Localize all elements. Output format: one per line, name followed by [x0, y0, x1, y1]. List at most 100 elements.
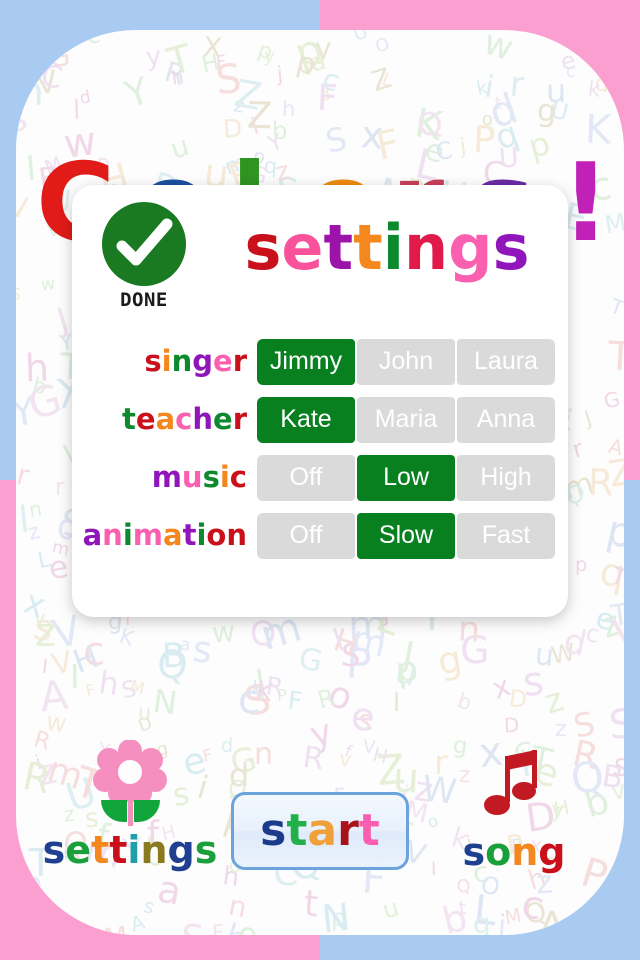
background-letter: Z — [367, 60, 396, 98]
row-label-animation-letter-3: m — [132, 518, 163, 552]
dialog-title-letter-0: s — [244, 211, 282, 284]
start-button-label: start — [260, 809, 380, 853]
row-label-music-letter-0: m — [151, 460, 182, 494]
row-label-music-letter-3: i — [219, 460, 230, 494]
settings-row-animation: animation Off Slow Fast — [72, 507, 568, 564]
background-letter: i — [18, 36, 30, 62]
background-letter: h — [169, 66, 185, 90]
checkmark-icon — [116, 218, 173, 266]
settings-row-teacher: teacher Kate Maria Anna — [72, 391, 568, 448]
done-button-label: DONE — [120, 289, 168, 311]
dialog-title-letter-2: t — [323, 211, 354, 284]
background-letter: R — [264, 670, 286, 702]
background-letter: h — [96, 664, 121, 703]
row-label-teacher-letter-5: e — [213, 402, 233, 436]
big-letter-6: ! — [561, 141, 611, 266]
background-letter: N — [150, 683, 179, 722]
option-animation-off[interactable]: Off — [257, 512, 355, 559]
option-music-low[interactable]: Low — [357, 454, 455, 501]
music-note-icon — [484, 750, 537, 815]
row-label-singer-letter-3: g — [192, 344, 214, 378]
settings-row-singer: singer Jimmy John Laura — [72, 333, 568, 390]
background-letter: B — [161, 635, 187, 676]
row-label-music: music — [72, 463, 257, 492]
row-label-animation-letter-4: a — [163, 518, 183, 552]
row-label-teacher-letter-0: t — [122, 402, 136, 436]
background-letter: w — [210, 615, 237, 650]
row-label-teacher-letter-1: e — [135, 402, 156, 436]
settings-button-label: settings — [30, 828, 230, 872]
row-label-singer-letter-1: i — [161, 344, 172, 378]
settings-button-label-letter-5: n — [140, 828, 168, 872]
background-letter: M — [128, 676, 147, 699]
option-teacher-kate[interactable]: Kate — [257, 396, 355, 443]
background-letter: U — [548, 97, 572, 127]
background-letter: C — [37, 58, 66, 98]
row-label-singer: singer — [72, 347, 257, 376]
row-label-animation-letter-0: a — [82, 518, 103, 552]
segmented-control-teacher: Kate Maria Anna — [257, 396, 555, 443]
background-letter: k — [586, 76, 602, 103]
row-label-singer-letter-4: e — [213, 344, 233, 378]
background-letter: J — [581, 405, 595, 431]
song-button-label-letter-1: o — [485, 830, 512, 874]
background-letter: j — [276, 62, 285, 87]
start-button-label-letter-0: s — [260, 805, 287, 856]
option-teacher-anna[interactable]: Anna — [457, 396, 555, 443]
option-singer-laura[interactable]: Laura — [457, 338, 555, 385]
settings-button-label-letter-2: t — [91, 828, 110, 872]
row-label-animation-letter-5: t — [182, 518, 197, 552]
segmented-control-music: Off Low High — [257, 454, 555, 501]
background-letter: n — [456, 609, 482, 651]
row-label-singer-letter-2: n — [171, 344, 193, 378]
segmented-control-singer: Jimmy John Laura — [257, 338, 555, 385]
background-letter: Y — [119, 68, 154, 117]
row-label-teacher-letter-3: c — [175, 402, 193, 436]
settings-button[interactable]: settings — [30, 740, 230, 872]
option-animation-fast[interactable]: Fast — [457, 512, 555, 559]
background-letter: S — [16, 283, 21, 304]
option-singer-jimmy[interactable]: Jimmy — [257, 338, 355, 385]
background-letter: D — [222, 113, 244, 144]
background-letter: y — [263, 46, 276, 68]
flower-icon — [93, 740, 167, 826]
background-letter: s — [190, 626, 214, 672]
dialog-title: settings — [222, 217, 552, 279]
background-letter: O — [372, 34, 393, 59]
row-label-music-letter-1: u — [181, 460, 203, 494]
option-music-off[interactable]: Off — [257, 454, 355, 501]
background-letter: D — [506, 685, 529, 715]
background-letter: w — [40, 274, 57, 296]
background-letter: b — [454, 687, 475, 715]
background-letter: J — [52, 300, 73, 340]
row-label-music-letter-4: c — [229, 460, 247, 494]
background-letter: c — [83, 30, 103, 52]
background-letter: p — [574, 552, 587, 576]
done-button[interactable]: DONE — [97, 202, 191, 311]
background-letter: F — [286, 685, 304, 716]
background-letter: c — [564, 61, 577, 82]
flower-leaf-left — [101, 800, 127, 822]
row-label-animation-letter-1: n — [102, 518, 123, 552]
option-animation-slow[interactable]: Slow — [357, 512, 455, 559]
start-button[interactable]: start — [231, 792, 409, 870]
dialog-header: DONE settings — [72, 185, 568, 330]
dialog-title-letter-6: g — [448, 211, 493, 284]
option-singer-john[interactable]: John — [357, 338, 455, 385]
app-screen: ZphVILzfiGHqMijiyItuXFVEYHGLkSaZDyanfYVh… — [0, 0, 640, 960]
bottom-toolbar: settings start song — [16, 730, 624, 935]
background-letter: T — [606, 333, 624, 381]
option-music-high[interactable]: High — [457, 454, 555, 501]
segmented-control-animation: Off Slow Fast — [257, 512, 555, 559]
background-letter: r — [568, 433, 587, 464]
flower-stem — [128, 788, 133, 826]
song-button[interactable]: song — [414, 748, 614, 874]
background-letter: T — [607, 293, 624, 320]
start-button-label-letter-2: a — [307, 805, 338, 856]
row-label-animation-letter-8: n — [226, 518, 247, 552]
option-teacher-maria[interactable]: Maria — [357, 396, 455, 443]
background-letter: r — [508, 64, 526, 106]
flower-leaf-right — [134, 800, 160, 822]
background-letter: J — [16, 660, 20, 691]
settings-row-music: music Off Low High — [72, 449, 568, 506]
